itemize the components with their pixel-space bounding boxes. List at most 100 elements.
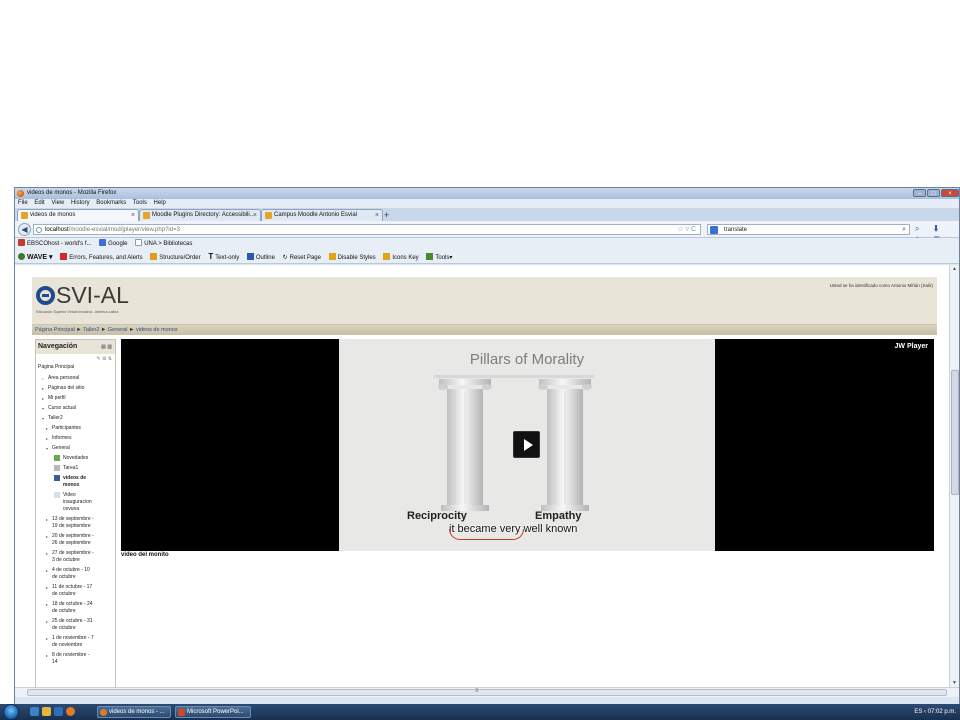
block-tools-icons[interactable]: ✎ ⚙ ⇅ [36,354,115,364]
wave-textonly-button[interactable]: T Text-only [208,252,239,261]
bookmark-google[interactable]: Google [99,239,128,247]
search-box[interactable]: translate ⌕ [707,224,910,235]
wave-icons-key-button[interactable]: Icons Key [383,253,419,261]
taskbar-powerpoint-button[interactable]: Microsoft PowerPoi... [175,706,251,718]
nav-item[interactable]: ▸ 20 de septiembre - 26 de septiembre [36,533,115,547]
nav-item[interactable]: ▾ General [36,445,115,452]
jw-player[interactable]: Pillars of Morality Reciprocity Empathy … [121,339,934,551]
menu-help[interactable]: Help [154,200,166,206]
horizontal-scroll-thumb[interactable] [27,689,947,696]
menu-history[interactable]: History [71,200,90,206]
nav-item[interactable]: ▸ Participantes [36,425,115,432]
minimize-button[interactable]: – [913,189,926,197]
url-path: /moodle-esvial/mod/jplayer/view.php?id=3 [68,227,180,233]
login-info[interactable]: Usted se ha identificado como Antonio Mi… [830,283,933,288]
breadcrumb: Página Principal ► Taller2 ► General ► v… [32,325,937,335]
nav-item[interactable]: Página Principal [36,364,115,371]
firefox-quicklaunch-icon[interactable] [66,707,75,716]
google-icon [99,239,107,246]
ie-icon[interactable] [30,707,39,716]
tab-videos-de-monos[interactable]: videos de monos × [17,209,139,221]
nav-item[interactable]: ▸ Informes [36,435,115,442]
nav-item[interactable]: Video inauguracion cevuna [36,492,115,513]
breadcrumb-course[interactable]: Taller2 [83,327,99,333]
vertical-scrollbar[interactable]: ▲ ▼ [949,265,959,687]
vertical-scroll-thumb[interactable] [951,370,959,495]
nav-item[interactable]: ▸ 25 de octubre - 31 de octubre [36,618,115,632]
scroll-grip-icon: ≡ [475,688,479,694]
forum-icon [54,455,60,461]
breadcrumb-section[interactable]: General [108,327,128,333]
system-tray[interactable]: ES ‹ 07:02 p.m. [914,704,956,720]
nav-item[interactable]: Novedades [36,455,115,462]
nav-item[interactable]: ▸ Páginas del sitio [36,385,115,392]
nav-item[interactable]: ▾ Taller2 [36,415,115,422]
wave-errors-button[interactable]: Errors, Features, and Alerts [60,253,143,261]
nav-item[interactable]: ▸ 13 de septiembre - 19 de septiembre [36,516,115,530]
bookmark-star-icon[interactable]: ☆ ▿ C [677,225,696,235]
nav-item[interactable]: Tarea1 [36,465,115,472]
search-magnifier-icon[interactable]: ⌕ [902,225,906,235]
google-search-icon[interactable] [710,226,718,234]
start-button[interactable] [3,704,19,720]
esvial-logo[interactable]: SVI-AL [36,282,129,308]
firefox-icon [17,190,24,197]
bookmark-ebsco[interactable]: EBSCOhost - world's f... [18,239,92,247]
bullet-icon: • [42,376,44,381]
collapsed-arrow-icon: ▸ [46,636,49,641]
close-tab-icon[interactable]: × [131,210,135,221]
wave-structure-button[interactable]: Structure/Order [150,253,201,261]
wave-outline-button[interactable]: Outline [246,253,275,261]
breadcrumb-separator: ► [129,327,135,333]
nav-item[interactable]: ▸ 8 de noviembre - 14 [36,652,115,666]
url-bar[interactable]: localhost/moodle-esvial/mod/jplayer/view… [33,224,701,235]
nav-item[interactable]: ▸ 1 de noviembre - 7 de noviembre [36,635,115,649]
breadcrumb-separator: ► [76,327,82,333]
navigation-block: Navegación ▤ ▥ ✎ ⚙ ⇅ Página Principal • Ár… [35,339,116,687]
breadcrumb-current: videos de monos [135,327,178,333]
breadcrumb-home[interactable]: Página Principal [35,327,75,333]
collapsed-arrow-icon: ▸ [46,534,49,539]
menu-file[interactable]: File [18,200,28,206]
wave-menu-button[interactable]: WAVE ▾ [18,253,53,261]
nav-item[interactable]: ▾ Curso actual [36,405,115,412]
nav-item[interactable]: • Área personal [36,375,115,382]
play-button-icon[interactable] [513,431,540,458]
menu-view[interactable]: View [51,200,64,206]
nav-item[interactable]: ▸ 4 de octubre - 10 de octubre [36,567,115,581]
nav-item[interactable]: ▸ 18 de octubre - 24 de octubre [36,601,115,615]
moodle-header: SVI-AL Educación Superior Virtual Inclus… [32,277,937,325]
maximize-button[interactable]: □ [927,189,940,197]
wave-tools-button[interactable]: Tools▾ [426,253,452,261]
menu-tools[interactable]: Tools [133,200,147,206]
horizontal-scrollbar[interactable]: ≡ [15,687,959,697]
tab-moodle-plugins[interactable]: Moodle Plugins Directory: Accessibili...… [139,209,261,221]
explorer-icon[interactable] [42,707,51,716]
media-player-icon[interactable] [54,707,63,716]
bookmark-una[interactable]: UNA > Bibliotecas [135,239,192,247]
close-tab-icon[interactable]: × [375,210,379,221]
text-t-icon: T [208,252,214,261]
wave-reset-button[interactable]: ↻ Reset Page [283,255,321,261]
url-host: localhost [45,227,69,233]
back-arrow-icon[interactable]: ◀ [18,223,31,236]
scroll-down-icon[interactable]: ▼ [952,680,957,686]
nav-item[interactable]: videos de monos [36,475,115,489]
scroll-up-icon[interactable]: ▲ [952,266,957,272]
menu-edit[interactable]: Edit [34,200,44,206]
tab-label: Moodle Plugins Directory: Accessibili... [152,212,255,218]
wave-disable-styles-button[interactable]: Disable Styles [328,253,376,261]
menu-bookmarks[interactable]: Bookmarks [96,200,126,206]
nav-item[interactable]: ▸ Mi perfil [36,395,115,402]
taskbar-firefox-button[interactable]: videos de monos - ... [97,706,171,718]
jw-player-label: JW Player [894,343,928,350]
nav-item[interactable]: ▸ 27 de septiembre - 3 de octubre [36,550,115,564]
close-tab-icon[interactable]: × [253,210,257,221]
tab-campus-moodle[interactable]: Campus Moodle Antonio Esvial × [261,209,383,221]
nav-item[interactable]: ▸ 11 de octubre - 17 de octubre [36,584,115,598]
block-controls-icon[interactable]: ▤ ▥ [101,340,112,354]
error-flag-icon [60,253,68,260]
new-tab-button[interactable]: + [384,210,389,220]
ebsco-icon [18,239,25,246]
close-window-button[interactable]: × [941,189,959,197]
